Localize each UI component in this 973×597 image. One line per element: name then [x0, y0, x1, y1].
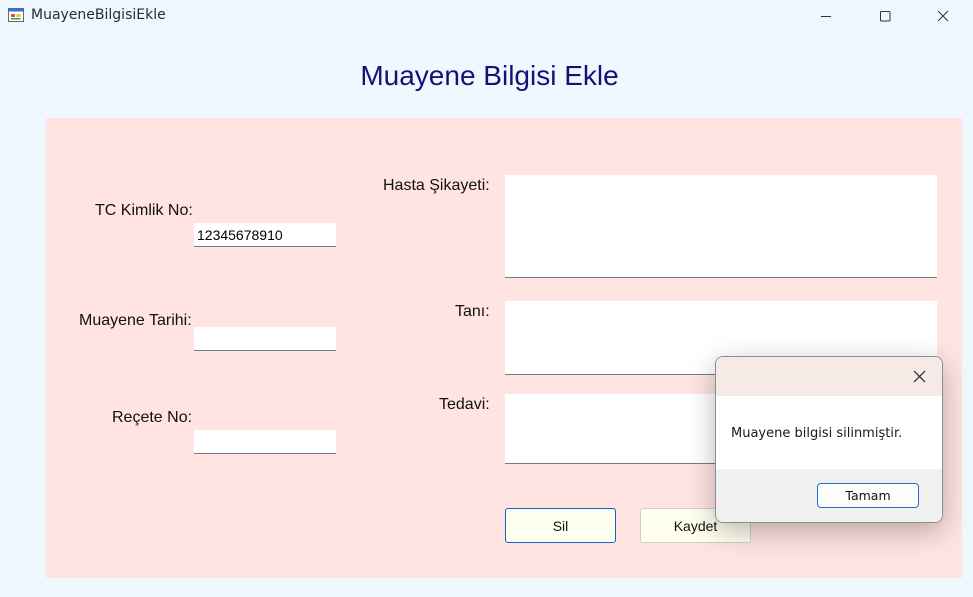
hasta-sikayeti-label: Hasta Şikayeti:	[383, 177, 490, 194]
hasta-sikayeti-textarea[interactable]	[505, 175, 937, 278]
message-box-dialog: Muayene bilgisi silinmiştir. Tamam	[715, 356, 943, 523]
recete-no-label: Reçete No:	[112, 409, 193, 426]
tc-kimlik-label: TC Kimlik No:	[95, 202, 193, 219]
window-title: MuayeneBilgisiEkle	[31, 7, 166, 23]
tedavi-label: Tedavi:	[439, 396, 490, 413]
form-heading: Muayene Bilgisi Ekle	[360, 60, 619, 91]
muayene-tarihi-label: Muayene Tarihi:	[79, 312, 192, 329]
minimize-icon	[821, 15, 831, 17]
close-button[interactable]	[920, 0, 966, 31]
maximize-button[interactable]	[862, 0, 908, 31]
sil-button[interactable]: Sil	[505, 508, 616, 543]
minimize-button[interactable]	[803, 0, 849, 31]
muayene-tarihi-input[interactable]	[194, 327, 336, 351]
window-titlebar: MuayeneBilgisiEkle	[0, 0, 973, 31]
message-box-titlebar	[716, 357, 942, 396]
tamam-button[interactable]: Tamam	[817, 483, 919, 508]
message-box-footer: Tamam	[716, 469, 942, 522]
tc-kimlik-input[interactable]	[194, 223, 336, 247]
tani-label: Tanı:	[455, 303, 490, 320]
message-box-text: Muayene bilgisi silinmiştir.	[731, 426, 903, 441]
form-app-icon	[8, 8, 24, 22]
message-box-close-button[interactable]	[904, 361, 934, 391]
close-icon	[937, 10, 949, 21]
recete-no-input[interactable]	[194, 430, 336, 454]
maximize-icon	[880, 10, 891, 21]
close-icon	[913, 370, 925, 382]
